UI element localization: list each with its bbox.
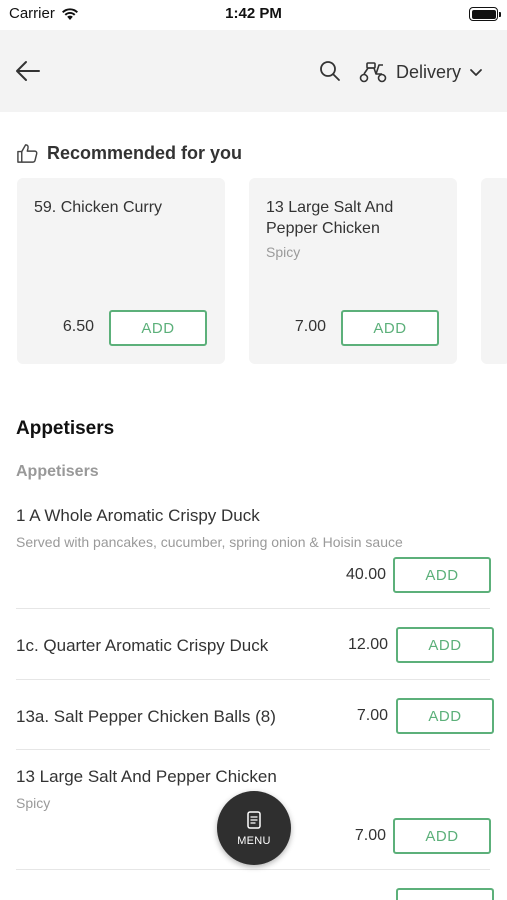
add-button[interactable]: ADD — [109, 310, 207, 346]
recommended-card-peek[interactable] — [481, 178, 507, 364]
add-button[interactable]: ADD — [396, 698, 494, 734]
menu-item-price: 7.00 — [354, 827, 386, 844]
menu-item-name: 13a. Salt Pepper Chicken Balls (8) — [16, 707, 276, 726]
thumbs-up-icon — [17, 144, 38, 163]
recommended-item-price: 7.00 — [294, 318, 326, 335]
menu-fab-button[interactable]: MENU — [217, 791, 291, 865]
menu-item-price: 7.00 — [356, 707, 388, 724]
add-button[interactable]: ADD — [393, 557, 491, 593]
search-icon[interactable] — [318, 59, 342, 83]
menu-item-name: 13 Large Salt And Pepper Chicken — [16, 767, 277, 786]
menu-item-price: 40.00 — [345, 566, 386, 583]
menu-section-title: Appetisers — [16, 418, 115, 439]
recommended-item-name: 59. Chicken Curry — [34, 199, 163, 216]
recommended-card[interactable]: 59. Chicken Curry 6.50 ADD — [17, 178, 225, 364]
recommended-heading: Recommended for you — [16, 142, 242, 165]
menu-fab-label: MENU — [237, 834, 271, 847]
menu-item-description: Served with pancakes, cucumber, spring o… — [16, 534, 403, 550]
menu-item-price: 12.00 — [347, 636, 388, 653]
divider — [16, 869, 490, 870]
menu-item-description: Spicy — [16, 795, 51, 811]
recommended-item-name: 13 Large Salt And Pepper Chicken — [266, 199, 394, 237]
menu-card-icon — [247, 810, 261, 829]
menu-subsection-title: Appetisers — [16, 463, 99, 480]
status-time: 1:42 PM — [225, 5, 282, 22]
add-button[interactable]: ADD — [393, 818, 491, 854]
recommended-item-subtitle: Spicy — [266, 244, 301, 260]
status-bar: Carrier 1:42 PM — [0, 0, 507, 30]
back-arrow-icon[interactable] — [14, 57, 42, 85]
recommended-item-price: 6.50 — [62, 318, 94, 335]
add-button[interactable]: ADD — [341, 310, 439, 346]
add-button-partial[interactable] — [396, 888, 494, 900]
divider — [16, 608, 490, 609]
chevron-down-icon — [470, 69, 482, 76]
app-header: Delivery — [0, 30, 507, 112]
divider — [16, 679, 490, 680]
delivery-label: Delivery — [396, 61, 462, 82]
divider — [16, 749, 490, 750]
menu-item-name: 1c. Quarter Aromatic Crispy Duck — [16, 636, 269, 655]
menu-item-name: 1 A Whole Aromatic Crispy Duck — [16, 506, 260, 525]
add-button[interactable]: ADD — [396, 627, 494, 663]
recommended-title: Recommended for you — [47, 143, 243, 163]
scooter-icon — [359, 62, 387, 83]
battery-icon — [469, 7, 501, 21]
recommended-card[interactable]: 13 Large Salt And Pepper Chicken Spicy 7… — [249, 178, 457, 364]
delivery-mode-selector[interactable]: Delivery — [358, 58, 483, 86]
